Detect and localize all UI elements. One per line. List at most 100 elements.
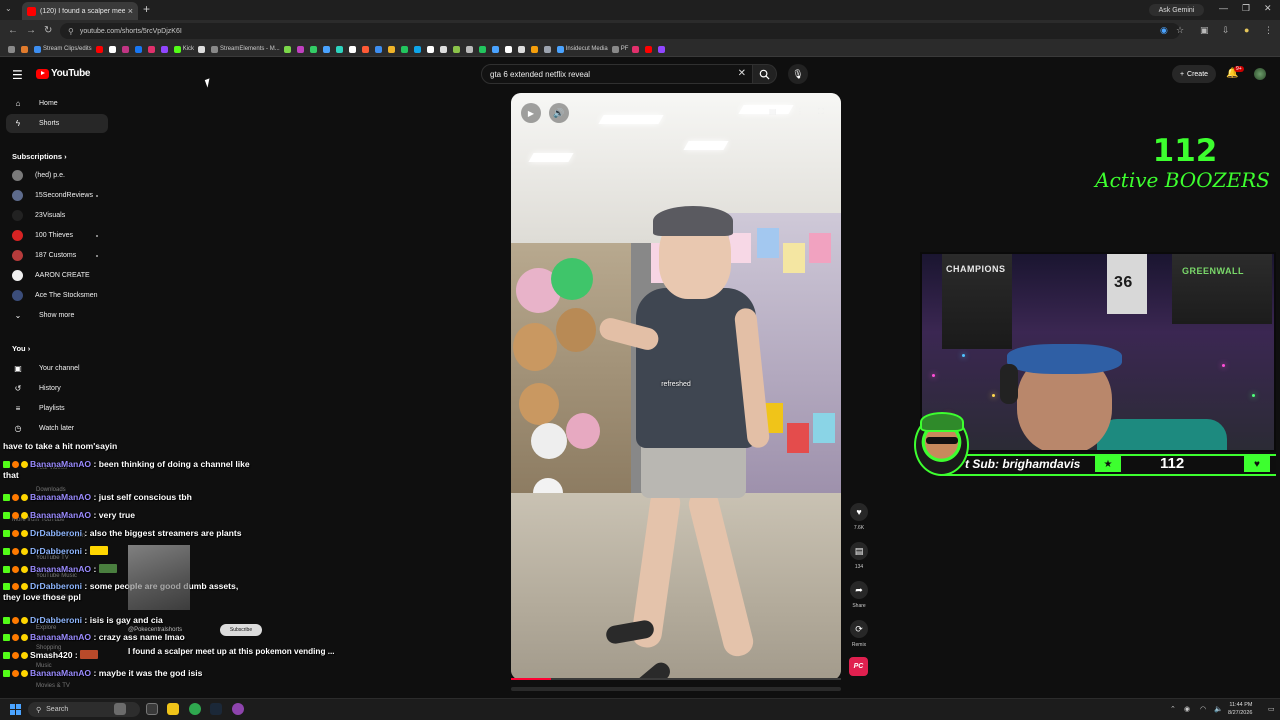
volume-button[interactable]: 🔊 [549,103,569,123]
taskbar-clock[interactable]: 11:44 PM 8/27/2026 [1228,701,1252,717]
bookmark-item[interactable] [283,45,293,53]
youtube-logo[interactable]: YouTube [36,68,91,79]
video-progress-bar[interactable] [511,678,841,680]
downloads-icon[interactable]: ⇩ [1222,25,1230,36]
bookmark-item[interactable] [21,45,30,53]
search-input[interactable]: gta 6 extended netflix reveal ✕ [481,64,753,84]
bookmark-item[interactable] [322,45,332,53]
bookmark-item[interactable] [504,45,514,53]
bookmark-item[interactable] [348,45,358,53]
share-button[interactable]: ➦ [850,581,868,599]
shorts-video-player[interactable]: ▶ 🔊 ▤ ⋮ ⛶ refreshed [511,93,841,680]
profile-icon[interactable]: ● [1244,25,1249,35]
reload-icon[interactable]: ↻ [44,25,52,36]
play-pause-button[interactable]: ▶ [521,103,541,123]
like-button[interactable]: ♥ [850,503,868,521]
bookmark-item[interactable] [400,45,410,53]
task-view-icon[interactable] [146,703,158,715]
sidebar-subscription-item[interactable]: 187 Customs [6,246,108,265]
show-more-button[interactable]: ⌄ Show more [6,306,108,325]
sidebar-subscription-item[interactable]: 23Visuals [6,206,108,225]
bookmark-item[interactable] [413,45,423,53]
bookmark-item[interactable] [296,45,306,53]
tray-chevron-icon[interactable]: ⌃ [1170,705,1176,713]
bookmark-item[interactable] [309,45,319,53]
sidebar-subscription-item[interactable]: (hed) p.e. [6,166,108,185]
bookmark-item[interactable] [517,45,527,53]
sidebar-subscription-item[interactable]: AARON CREATE [6,266,108,285]
bookmark-item[interactable] [543,45,553,53]
bookmark-item[interactable] [658,45,667,53]
bookmark-item[interactable] [530,45,540,53]
bookmark-item[interactable] [198,45,207,53]
tray-app-icon[interactable]: ◉ [1184,705,1190,713]
bookmark-streamelements[interactable]: StreamElements - M... [211,45,280,53]
windows-start-icon[interactable] [10,704,21,715]
sidebar-item-home[interactable]: ⌂ Home [6,94,108,113]
bookmark-item[interactable] [491,45,501,53]
create-button[interactable]: + Create [1172,65,1216,83]
ask-gemini-button[interactable]: Ask Gemini [1149,4,1204,16]
comment-button[interactable]: ▤ [850,542,868,560]
steam-icon[interactable] [210,703,222,715]
browser-tab[interactable]: (120) I found a scalper meet up × [22,2,138,20]
bookmark-item[interactable] [335,45,345,53]
bookmark-item[interactable] [426,45,436,53]
bookmark-item[interactable] [452,45,462,53]
extensions-icon[interactable]: ▣ [1200,25,1209,36]
you-heading[interactable]: You › [12,344,30,353]
close-window-button[interactable]: ✕ [1264,3,1272,14]
tab-search-icon[interactable]: ⌄ [5,4,12,13]
new-tab-button[interactable]: + [143,2,150,16]
forward-icon[interactable]: → [26,25,36,36]
account-avatar[interactable] [1254,68,1266,80]
bookmark-pf[interactable]: PF [611,45,628,53]
bookmark-star-icon[interactable]: ☆ [1176,25,1184,36]
sidebar-subscription-item[interactable]: 15SecondReviews [6,186,108,205]
bookmark-item[interactable] [478,45,488,53]
sidebar-item-shorts[interactable]: ϟ Shorts [6,114,108,133]
bookmark-kick[interactable]: Kick [173,45,194,53]
subscribe-button[interactable]: Subscribe [220,624,262,636]
bookmark-item[interactable] [374,45,384,53]
channel-brand-badge[interactable]: PC [849,657,868,676]
bookmark-item[interactable] [465,45,475,53]
guide-menu-icon[interactable]: ☰ [12,68,23,82]
clear-search-icon[interactable]: ✕ [738,68,746,79]
notification-center-icon[interactable]: ▭ [1268,705,1275,713]
close-tab-icon[interactable]: × [128,6,133,16]
back-icon[interactable]: ← [8,25,18,36]
bookmark-apps[interactable] [8,45,17,53]
bookmark-item[interactable] [632,45,641,53]
minimize-button[interactable]: — [1219,3,1228,13]
sidebar-item-your-channel[interactable]: ▣ Your channel [6,359,108,378]
maximize-button[interactable]: ❐ [1242,3,1250,14]
sidebar-item-watch-later[interactable]: ◷ Watch later [6,419,108,438]
bookmark-item[interactable] [108,45,118,53]
search-button[interactable] [753,64,777,84]
app-icon[interactable] [232,703,244,715]
next-short-preview[interactable] [511,687,841,691]
extension-icon[interactable]: ◉ [1160,25,1168,36]
sidebar-item-playlists[interactable]: ≡ Playlists [6,399,108,418]
subscriptions-heading[interactable]: Subscriptions › [12,152,67,161]
site-info-icon[interactable]: ⚲ [68,27,74,36]
bookmark-item[interactable] [387,45,397,53]
taskbar-widget-icon[interactable] [114,703,126,715]
fullscreen-icon[interactable]: ⛶ [818,107,824,117]
bookmark-stream-clips[interactable]: Stream Clips/edits [34,45,92,53]
bookmark-item[interactable] [361,45,371,53]
voice-search-button[interactable]: 🎙 [788,64,808,84]
wifi-icon[interactable]: ◠ [1200,705,1206,713]
bookmark-item[interactable] [134,45,144,53]
remix-button[interactable]: ⟳ [850,620,868,638]
captions-icon[interactable]: ▤ [769,107,777,116]
more-options-icon[interactable]: ⋮ [796,107,804,116]
sidebar-item-history[interactable]: ↺ History [6,379,108,398]
short-title[interactable]: I found a scalper meet up at this pokemo… [128,647,335,656]
bookmark-item[interactable] [439,45,449,53]
chrome-icon[interactable] [189,703,201,715]
browser-menu-icon[interactable]: ⋮ [1264,25,1273,36]
bookmark-item[interactable] [645,45,654,53]
bookmark-insidecut-media[interactable]: Insidecut Media [556,45,608,53]
